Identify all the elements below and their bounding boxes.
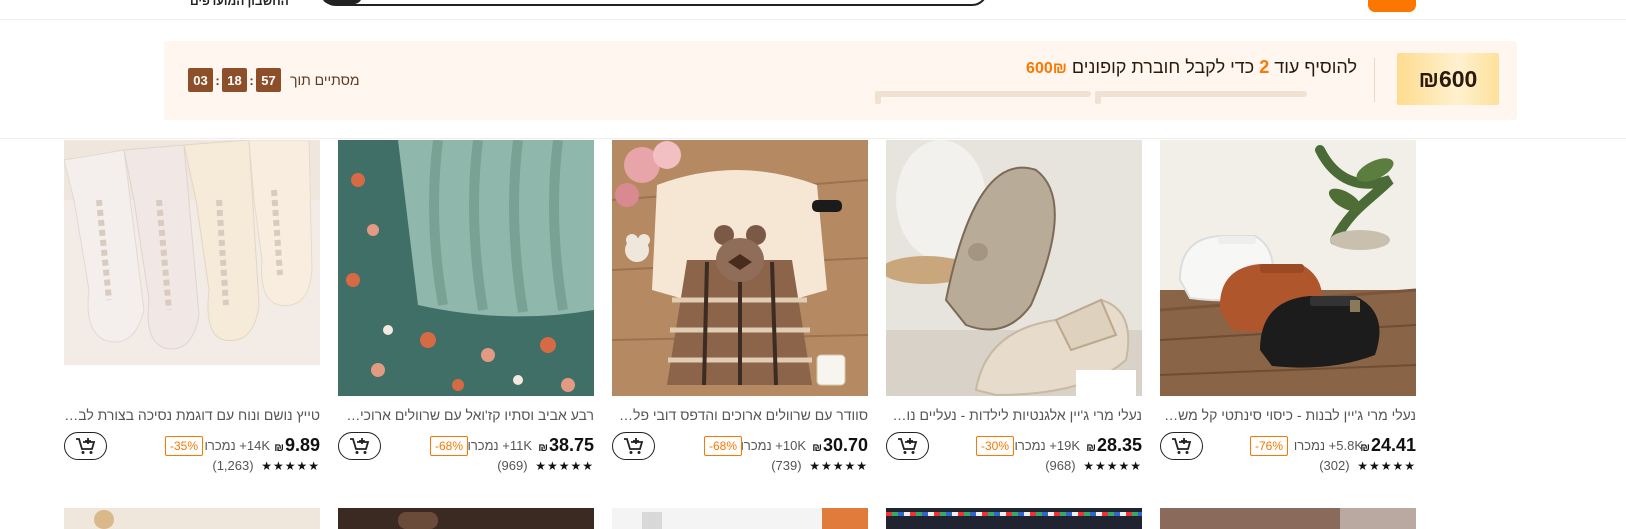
message-count: 2 — [1259, 57, 1270, 77]
price-row: ₪28.35 19K+ נמכרו -30% — [886, 432, 1142, 460]
banner-divider — [1374, 58, 1375, 102]
review-count: (302) — [1319, 458, 1350, 473]
product-title[interactable]: נעלי מרי ג'יין לבנות - כיסוי סינתטי קל מ… — [1160, 407, 1416, 423]
product-image[interactable] — [64, 508, 320, 529]
product-image[interactable] — [338, 508, 594, 529]
sold-count: 10K+ נמכרו — [740, 438, 806, 453]
product-image[interactable] — [886, 508, 1142, 529]
search-input[interactable] — [320, 0, 988, 6]
price-row: ₪30.70 10K+ נמכרו -68% — [612, 432, 868, 460]
product-card[interactable]: רבע אביב וסתיו קז'ואל עם שרוולים ארוכים … — [338, 140, 594, 475]
star-rating: ★★★★★ — [809, 459, 868, 473]
discount-badge: -76% — [1249, 436, 1288, 456]
rating-row: (1,263) ★★★★★ — [212, 458, 320, 473]
add-to-cart-button[interactable] — [64, 432, 107, 460]
review-count: (1,263) — [212, 458, 254, 473]
add-to-cart-icon — [349, 438, 369, 454]
product-image[interactable] — [1160, 140, 1416, 396]
timer-seconds: 57 — [256, 68, 281, 92]
price-row: ₪38.75 11K+ נמכרו -68% — [338, 432, 594, 460]
section-divider — [0, 138, 1626, 139]
discount-badge: -30% — [975, 436, 1014, 456]
product-card[interactable]: נעלי מרי ג'יין אלגנטיות לילדות - נעליים … — [886, 140, 1142, 475]
product-card[interactable]: סוודר עם שרוולים ארוכים והדפס דובי פלאיד… — [612, 140, 868, 475]
product-image[interactable] — [1160, 508, 1416, 529]
product-title[interactable]: רבע אביב וסתיו קז'ואל עם שרוולים ארוכים … — [338, 407, 594, 423]
coupon-amount: ₪600 — [1418, 65, 1478, 92]
rating-row: (739) ★★★★★ — [771, 458, 868, 473]
price-row: ₪24.41 5.8K+ נמכרו -76% — [1160, 432, 1416, 460]
review-count: (739) — [771, 458, 802, 473]
product-price: ₪38.75 — [538, 435, 594, 455]
review-count: (968) — [1045, 458, 1076, 473]
review-count: (969) — [497, 458, 528, 473]
product-image[interactable] — [886, 140, 1142, 396]
star-rating: ★★★★★ — [1083, 459, 1142, 473]
product-price: ₪28.35 — [1086, 435, 1142, 455]
add-to-cart-icon — [1171, 438, 1191, 454]
search-camera-button[interactable] — [322, 0, 362, 4]
product-price: ₪9.89 — [274, 435, 320, 455]
ends-in-label: מסתיים תוך — [290, 72, 360, 88]
product-image[interactable] — [64, 140, 320, 396]
coupon-banner[interactable]: ₪600 להוסיף עוד 2 כדי לקבל חוברת קופונים… — [164, 41, 1517, 120]
coupon-amount-badge: ₪600 — [1397, 53, 1499, 105]
rating-row: (969) ★★★★★ — [497, 458, 594, 473]
message-amount: 600₪ — [1026, 60, 1067, 77]
countdown-timer: 03 : 18 : 57 מסתיים תוך — [188, 68, 360, 92]
product-image[interactable] — [612, 140, 868, 396]
discount-badge: -68% — [703, 436, 742, 456]
sold-count: 11K+ נמכרו — [467, 438, 532, 453]
progress-segment-2 — [875, 91, 1091, 104]
progress-segment-1 — [1095, 91, 1307, 104]
sold-count: 5.8K+ נמכרו — [1293, 438, 1363, 453]
add-to-cart-button[interactable] — [1160, 432, 1203, 460]
product-price: ₪24.41 — [1360, 435, 1416, 455]
coupon-message: להוסיף עוד 2 כדי לקבל חוברת קופונים 600₪ — [1026, 57, 1357, 78]
product-card[interactable]: טייץ נושם ונוח עם דוגמת נסיכה בצורת לב, … — [64, 140, 320, 475]
timer-minutes: 18 — [222, 68, 247, 92]
star-rating: ★★★★★ — [261, 459, 320, 473]
product-title[interactable]: סוודר עם שרוולים ארוכים והדפס דובי פלאיד… — [612, 407, 868, 423]
sold-count: 19K+ נמכרו — [1014, 438, 1080, 453]
add-to-cart-icon — [623, 438, 643, 454]
account-link[interactable]: החשבון המועדפים — [190, 0, 289, 8]
discount-badge: -68% — [429, 436, 468, 456]
product-price: ₪30.70 — [812, 435, 868, 455]
discount-badge: -35% — [164, 436, 203, 456]
timer-hours: 03 — [188, 68, 213, 92]
sold-count: 14K+ נמכרו — [204, 438, 270, 453]
add-to-cart-icon — [897, 438, 917, 454]
add-to-cart-button[interactable] — [612, 432, 655, 460]
add-to-cart-icon — [75, 438, 95, 454]
top-header: החשבון המועדפים — [0, 0, 1626, 20]
message-prefix: להוסיף עוד — [1274, 57, 1357, 77]
star-rating: ★★★★★ — [535, 459, 594, 473]
message-middle: כדי לקבל חוברת קופונים — [1071, 57, 1255, 77]
add-to-cart-button[interactable] — [886, 432, 929, 460]
product-title[interactable]: נעלי מרי ג'יין אלגנטיות לילדות - נעליים … — [886, 407, 1142, 423]
search-button[interactable] — [1368, 0, 1416, 12]
add-to-cart-button[interactable] — [338, 432, 381, 460]
star-rating: ★★★★★ — [1357, 459, 1416, 473]
product-card[interactable]: נעלי מרי ג'יין לבנות - כיסוי סינתטי קל מ… — [1160, 140, 1416, 475]
product-title[interactable]: טייץ נושם ונוח עם דוגמת נסיכה בצורת לב, … — [64, 407, 320, 423]
product-image[interactable] — [612, 508, 868, 529]
rating-row: (968) ★★★★★ — [1045, 458, 1142, 473]
product-image[interactable] — [338, 140, 594, 396]
rating-row: (302) ★★★★★ — [1319, 458, 1416, 473]
price-row: ₪9.89 14K+ נמכרו -35% — [64, 432, 320, 460]
